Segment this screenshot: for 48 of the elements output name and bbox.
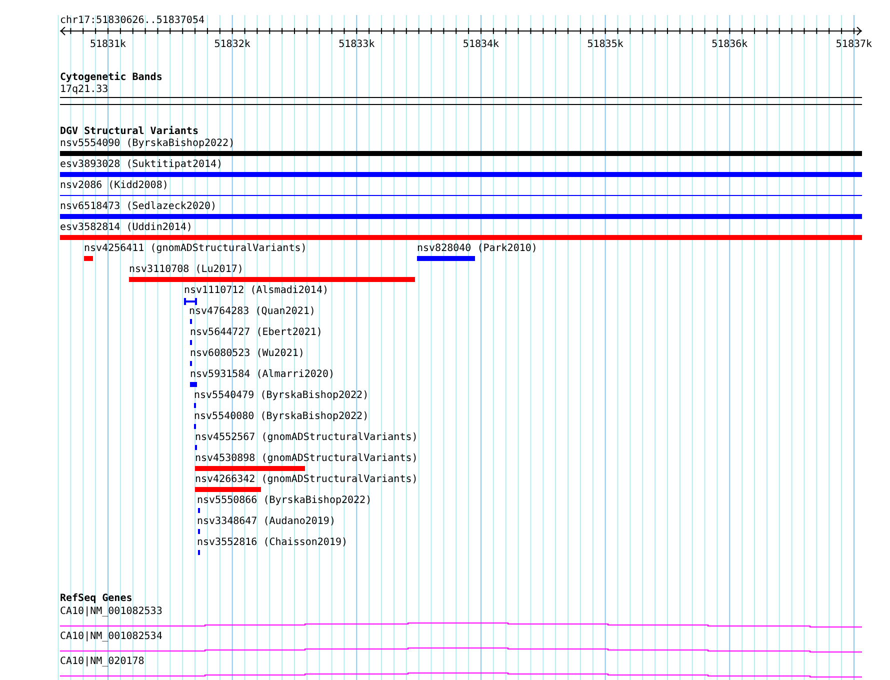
- variant-label: nsv4764283 (Quan2021): [189, 306, 316, 318]
- transcript-label: CA10|NM_020178: [60, 656, 144, 668]
- variant-label: nsv4256411 (gnomADStructuralVariants): [84, 243, 307, 255]
- variant-line[interactable]: [60, 195, 862, 196]
- variant-bar[interactable]: [84, 256, 93, 261]
- tick-label: 51837k: [836, 39, 872, 51]
- variant-label: nsv3110708 (Lu2017): [129, 264, 244, 276]
- variant-bar[interactable]: [195, 487, 261, 492]
- variant-label: nsv4530898 (gnomADStructuralVariants): [195, 453, 418, 465]
- variant-bracket[interactable]: [184, 298, 197, 305]
- tick-label: 51831k: [90, 39, 126, 51]
- variant-label: nsv1110712 (Alsmadi2014): [184, 285, 328, 297]
- transcript-label: CA10|NM_001082533: [60, 606, 162, 618]
- variant-label: nsv3348647 (Audano2019): [197, 516, 336, 528]
- variant-label: esv3582814 (Uddin2014): [60, 222, 192, 234]
- variant-label: nsv5540479 (ByrskaBishop2022): [194, 390, 369, 402]
- variant-label: nsv5550866 (ByrskaBishop2022): [197, 495, 372, 507]
- tick-label: 51836k: [712, 39, 748, 51]
- variant-label: nsv5644727 (Ebert2021): [190, 327, 322, 339]
- variant-bar[interactable]: [190, 382, 197, 387]
- variant-label: nsv4266342 (gnomADStructuralVariants): [195, 474, 418, 486]
- variant-label: nsv5931584 (Almarri2020): [190, 369, 334, 381]
- tick-label: 51834k: [462, 39, 500, 51]
- tick-label: 51835k: [587, 39, 624, 51]
- transcript-label: CA10|NM_001082534: [60, 631, 162, 643]
- variant-bar[interactable]: [60, 235, 862, 240]
- variant-bar[interactable]: [129, 277, 415, 282]
- band-label: 17q21.33: [60, 84, 108, 96]
- variant-label: nsv2086 (Kidd2008): [60, 180, 168, 192]
- variant-label: esv3893028 (Suktitipat2014): [60, 159, 223, 171]
- track-title: DGV Structural Variants: [60, 126, 198, 138]
- variant-bar[interactable]: [60, 151, 862, 156]
- track-title: Cytogenetic Bands: [60, 72, 162, 84]
- variant-label: nsv3552816 (Chaisson2019): [197, 537, 348, 549]
- variant-label: nsv4552567 (gnomADStructuralVariants): [195, 432, 418, 444]
- tick-label: 51833k: [338, 39, 375, 51]
- variant-bar[interactable]: [195, 466, 305, 471]
- track-title: RefSeq Genes: [60, 593, 132, 605]
- variant-bar[interactable]: [60, 214, 862, 219]
- variant-bar[interactable]: [60, 172, 862, 177]
- variant-label: nsv6518473 (Sedlazeck2020): [60, 201, 217, 213]
- variant-label: nsv828040 (Park2010): [417, 243, 538, 255]
- variant-label: nsv5554090 (ByrskaBishop2022): [60, 138, 235, 150]
- location-label: chr17:51830626..51837054: [60, 15, 204, 27]
- tick-label: 51832k: [214, 39, 250, 51]
- variant-bar[interactable]: [417, 256, 475, 261]
- variant-label: nsv6080523 (Wu2021): [190, 348, 304, 360]
- variant-label: nsv5540080 (ByrskaBishop2022): [194, 411, 369, 423]
